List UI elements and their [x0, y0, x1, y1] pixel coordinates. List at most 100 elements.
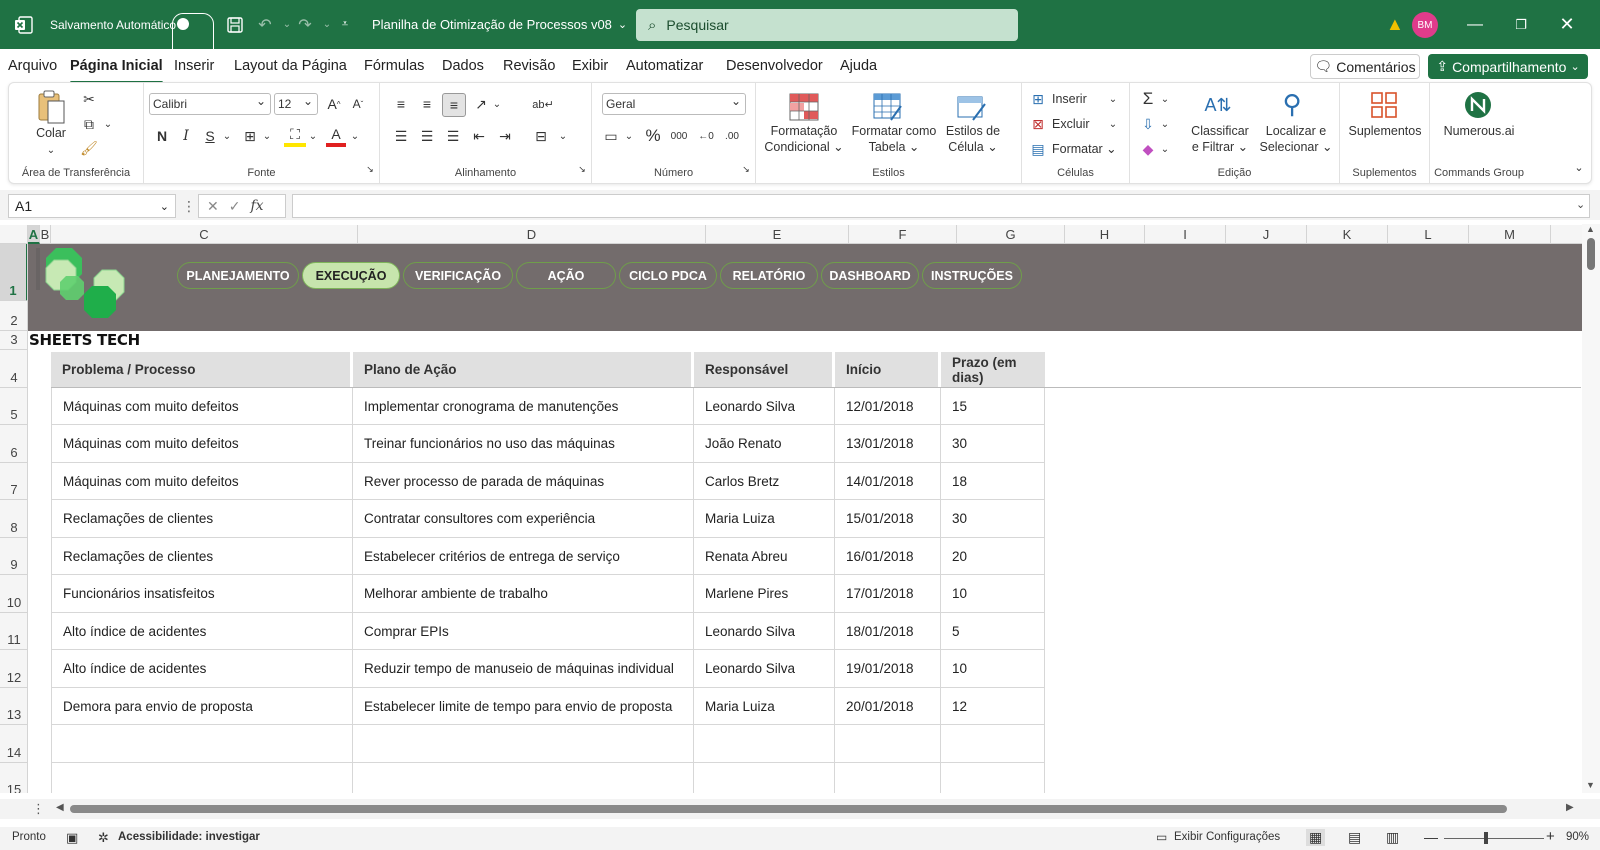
accounting-dropdown-icon[interactable]: ⌄: [622, 125, 636, 147]
row-header[interactable]: 4: [0, 350, 27, 388]
cell-inicio[interactable]: 16/01/2018: [835, 538, 941, 574]
cell-plano[interactable]: [353, 725, 694, 762]
underline-dropdown-icon[interactable]: ⌄: [220, 125, 234, 147]
row-header[interactable]: 7: [0, 463, 27, 500]
sheet-options-icon[interactable]: ⋮: [32, 801, 45, 817]
orientation-dropdown-icon[interactable]: ⌄: [490, 93, 504, 115]
addins-button[interactable]: Suplementos: [1342, 123, 1428, 139]
font-color-icon[interactable]: A: [326, 125, 346, 147]
tab-pagina-inicial[interactable]: Página Inicial: [70, 58, 163, 84]
cell-prazo[interactable]: 10: [941, 575, 1045, 612]
decrease-decimal-icon[interactable]: .00: [720, 125, 744, 147]
expand-formula-icon[interactable]: ⌄: [1576, 198, 1585, 211]
minimize-icon[interactable]: —: [1452, 0, 1498, 49]
cell-plano[interactable]: Treinar funcionários no uso das máquinas: [353, 425, 694, 462]
find-select-button[interactable]: Localizar e Selecionar ⌄: [1256, 123, 1336, 155]
accounting-format-icon[interactable]: ▭: [600, 125, 622, 147]
copy-icon[interactable]: ⧉: [79, 114, 99, 134]
autosum-icon[interactable]: Σ: [1138, 89, 1158, 109]
cell-plano[interactable]: Contratar consultores com experiência: [353, 500, 694, 537]
row-header[interactable]: 2: [0, 301, 27, 331]
conditional-formatting-icon[interactable]: [788, 91, 820, 123]
zoom-level[interactable]: 90%: [1566, 831, 1589, 843]
macro-record-icon[interactable]: ▣: [66, 830, 78, 846]
search-box[interactable]: ⌕ Pesquisar: [636, 9, 1018, 41]
cell-responsavel[interactable]: Maria Luiza: [694, 500, 835, 537]
font-size-select[interactable]: 12: [274, 93, 318, 115]
formula-input[interactable]: [292, 194, 1590, 218]
align-top-icon[interactable]: ≡: [390, 93, 412, 115]
nav-acao-button[interactable]: AÇÃO: [516, 262, 616, 289]
worksheet[interactable]: PLANEJAMENTO EXECUÇÃO VERIFICAÇÃO AÇÃO C…: [28, 244, 1582, 793]
column-header[interactable]: C: [51, 225, 358, 244]
clear-icon[interactable]: ◆: [1138, 139, 1158, 159]
table-row[interactable]: Alto índice de acidentes Reduzir tempo de…: [51, 650, 1045, 688]
conditional-formatting-button[interactable]: Formatação Condicional ⌄: [760, 123, 848, 155]
cell-responsavel[interactable]: Marlene Pires: [694, 575, 835, 612]
redo-icon[interactable]: ↷: [294, 0, 316, 49]
increase-decimal-icon[interactable]: ←0: [694, 125, 718, 147]
cell-plano[interactable]: Estabelecer critérios de entrega de serv…: [353, 538, 694, 574]
italic-icon[interactable]: I: [176, 125, 196, 147]
cell-inicio[interactable]: 20/01/2018: [835, 688, 941, 724]
cell-inicio[interactable]: 18/01/2018: [835, 613, 941, 649]
cell-plano[interactable]: Melhorar ambiente de trabalho: [353, 575, 694, 612]
cancel-icon[interactable]: ✕: [207, 198, 219, 215]
cell-plano[interactable]: Implementar cronograma de manutenções: [353, 388, 694, 424]
borders-icon[interactable]: ⊞: [240, 125, 260, 147]
column-header[interactable]: J: [1226, 225, 1307, 244]
cell-inicio[interactable]: 13/01/2018: [835, 425, 941, 462]
orientation-icon[interactable]: ↗: [470, 93, 492, 115]
delete-cells-icon[interactable]: ⊠: [1028, 114, 1048, 134]
cell-responsavel[interactable]: Leonardo Silva: [694, 650, 835, 687]
nav-ciclo-pdca-button[interactable]: CICLO PDCA: [619, 262, 717, 289]
format-painter-icon[interactable]: 🖌: [79, 138, 99, 158]
comments-button[interactable]: 🗨 Comentários: [1310, 54, 1420, 79]
row-header[interactable]: 3: [0, 331, 27, 350]
table-row[interactable]: [51, 725, 1045, 763]
cell-inicio[interactable]: 14/01/2018: [835, 463, 941, 499]
cell-inicio[interactable]: [835, 725, 941, 762]
cell-inicio[interactable]: 12/01/2018: [835, 388, 941, 424]
cell-responsavel[interactable]: Renata Abreu: [694, 538, 835, 574]
tab-exibir[interactable]: Exibir: [572, 58, 608, 74]
row-header[interactable]: 8: [0, 500, 27, 538]
row-header[interactable]: 15: [0, 763, 27, 793]
decrease-font-icon[interactable]: Aˇ: [348, 93, 368, 115]
insert-function-icon[interactable]: fx: [250, 198, 263, 214]
align-bottom-icon[interactable]: ≡: [442, 93, 466, 117]
scroll-right-icon[interactable]: ▶: [1566, 802, 1574, 813]
vertical-scroll-thumb[interactable]: [1587, 238, 1595, 270]
cell-prazo[interactable]: 30: [941, 500, 1045, 537]
display-settings-icon[interactable]: ▭: [1156, 830, 1167, 844]
numerous-ai-icon[interactable]: [1462, 89, 1494, 121]
cell-inicio[interactable]: 15/01/2018: [835, 500, 941, 537]
horizontal-scrollbar[interactable]: ⋮ ◀ ▶: [0, 799, 1600, 819]
cell-problema[interactable]: [51, 763, 353, 793]
tab-ajuda[interactable]: Ajuda: [840, 58, 877, 74]
nav-execucao-button[interactable]: EXECUÇÃO: [302, 262, 400, 289]
font-color-dropdown-icon[interactable]: ⌄: [348, 125, 362, 147]
find-select-icon[interactable]: ⚲: [1276, 87, 1308, 121]
underline-icon[interactable]: S: [200, 125, 220, 147]
cell-problema[interactable]: Reclamações de clientes: [51, 500, 353, 537]
borders-dropdown-icon[interactable]: ⌄: [260, 125, 274, 147]
number-format-select[interactable]: Geral: [602, 93, 746, 115]
row-header[interactable]: 6: [0, 425, 27, 463]
paste-button[interactable]: Colar: [29, 125, 73, 141]
cell-styles-icon[interactable]: [956, 91, 988, 123]
cell-problema[interactable]: Alto índice de acidentes: [51, 650, 353, 687]
share-button[interactable]: ⇪ Compartilhamento ⌄: [1428, 54, 1588, 79]
accessibility-status[interactable]: Acessibilidade: investigar: [118, 831, 260, 843]
tab-revisao[interactable]: Revisão: [503, 58, 555, 74]
document-title[interactable]: Planilha de Otimização de Processos v08 ⌄: [372, 0, 627, 49]
save-icon[interactable]: [224, 0, 246, 49]
cell-problema[interactable]: [51, 725, 353, 762]
page-layout-view-icon[interactable]: ▤: [1348, 829, 1361, 846]
clear-dropdown-icon[interactable]: ⌄: [1158, 139, 1172, 159]
table-row[interactable]: Funcionários insatisfeitos Melhorar ambie…: [51, 575, 1045, 613]
row-header[interactable]: 10: [0, 575, 27, 613]
nav-relatorio-button[interactable]: RELATÓRIO: [720, 262, 818, 289]
row-header[interactable]: 14: [0, 725, 27, 763]
nav-verificacao-button[interactable]: VERIFICAÇÃO: [403, 262, 513, 289]
